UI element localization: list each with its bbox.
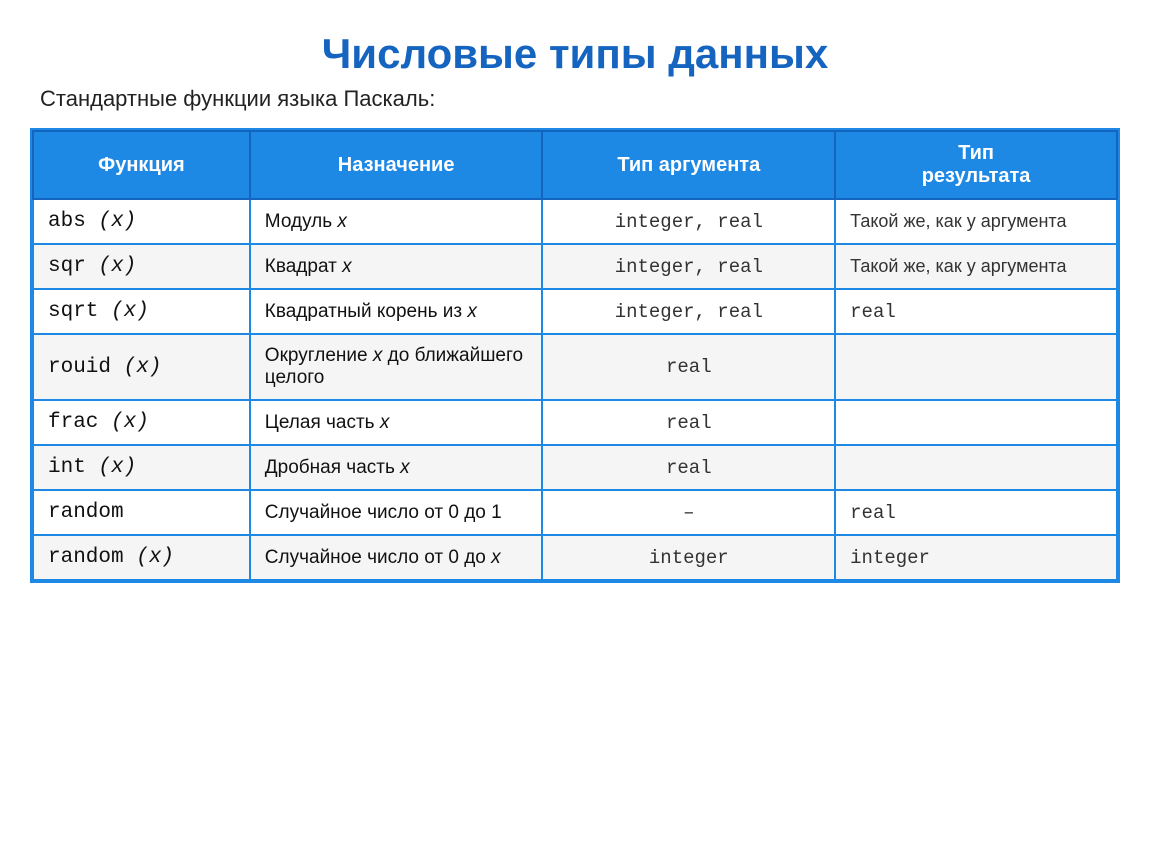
cell-restype: Такой же, как у аргумента (835, 199, 1117, 244)
cell-argtype: real (542, 445, 835, 490)
cell-desc: Случайное число от 0 до 1 (250, 490, 543, 535)
table-row: randomСлучайное число от 0 до 1–real (33, 490, 1117, 535)
cell-func: sqr (x) (33, 244, 250, 289)
col-header-desc: Назначение (250, 131, 543, 199)
cell-func: sqrt (x) (33, 289, 250, 334)
cell-func: frac (x) (33, 400, 250, 445)
cell-restype (835, 334, 1117, 400)
cell-desc: Квадратный корень из x (250, 289, 543, 334)
col-header-argtype: Тип аргумента (542, 131, 835, 199)
cell-restype (835, 445, 1117, 490)
table-row: random (x)Случайное число от 0 до xinteg… (33, 535, 1117, 580)
cell-argtype: – (542, 490, 835, 535)
table-row: sqrt (x)Квадратный корень из xinteger, r… (33, 289, 1117, 334)
cell-argtype: integer, real (542, 244, 835, 289)
cell-func: abs (x) (33, 199, 250, 244)
cell-argtype: integer, real (542, 289, 835, 334)
page-title: Числовые типы данных (322, 30, 828, 78)
cell-argtype: integer (542, 535, 835, 580)
main-table: Функция Назначение Тип аргумента Типрезу… (30, 128, 1120, 583)
table-row: abs (x)Модуль xinteger, realТакой же, ка… (33, 199, 1117, 244)
cell-func: rouid (x) (33, 334, 250, 400)
cell-func: random (x) (33, 535, 250, 580)
table-row: sqr (x)Квадрат xinteger, realТакой же, к… (33, 244, 1117, 289)
cell-argtype: real (542, 400, 835, 445)
table-row: frac (x)Целая часть xreal (33, 400, 1117, 445)
table-row: rouid (x)Округление x до ближайшего цело… (33, 334, 1117, 400)
cell-desc: Целая часть x (250, 400, 543, 445)
cell-func: int (x) (33, 445, 250, 490)
cell-desc: Округление x до ближайшего целого (250, 334, 543, 400)
cell-desc: Модуль x (250, 199, 543, 244)
cell-desc: Дробная часть x (250, 445, 543, 490)
subtitle: Стандартные функции языка Паскаль: (30, 86, 1120, 112)
cell-desc: Случайное число от 0 до x (250, 535, 543, 580)
col-header-func: Функция (33, 131, 250, 199)
cell-func: random (33, 490, 250, 535)
col-header-restype: Типрезультата (835, 131, 1117, 199)
cell-restype: real (835, 289, 1117, 334)
cell-restype: integer (835, 535, 1117, 580)
cell-restype (835, 400, 1117, 445)
cell-restype: real (835, 490, 1117, 535)
table-row: int (x)Дробная часть xreal (33, 445, 1117, 490)
cell-restype: Такой же, как у аргумента (835, 244, 1117, 289)
cell-argtype: real (542, 334, 835, 400)
cell-argtype: integer, real (542, 199, 835, 244)
cell-desc: Квадрат x (250, 244, 543, 289)
